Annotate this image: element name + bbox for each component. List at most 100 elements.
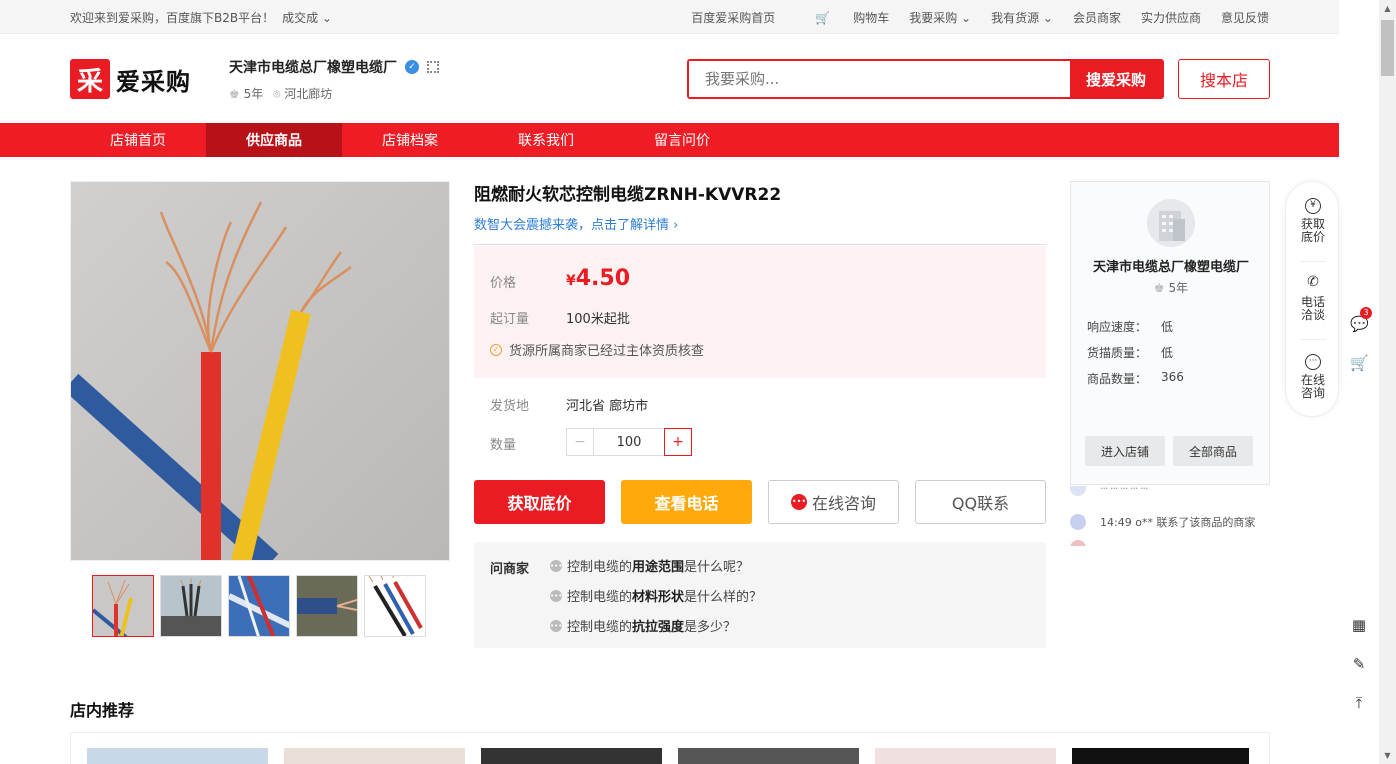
ask-question-3[interactable]: ••• 控制电缆的 抗拉强度 是多少？ xyxy=(550,616,736,635)
shop-location: ⌾ 河北廊坊 xyxy=(273,85,332,102)
nav-contact[interactable]: 联系我们 xyxy=(478,123,614,157)
float-phone-label: 电话 洽谈 xyxy=(1300,295,1325,322)
product-main-image[interactable] xyxy=(70,181,450,561)
question-bubble-icon: ••• xyxy=(550,559,563,572)
stat-value: 低 xyxy=(1161,346,1174,360)
page: 欢迎来到爱采购，百度旗下B2B平台！ 成交成 ⌄ 百度爱采购首页 🛒 购物车 我要采… xyxy=(0,0,1396,764)
link-cart[interactable]: 🛒 购物车 xyxy=(795,9,889,26)
thumbnail-3[interactable] xyxy=(228,575,290,637)
divider xyxy=(474,244,1046,245)
stat-label: 货描质量： xyxy=(1087,346,1148,360)
welcome-message: 欢迎来到爱采购，百度旗下B2B平台！ xyxy=(70,11,275,25)
shop-info: 天津市电缆总厂橡塑电缆厂 ✓ ♚ 5年 ⌾ 河北廊坊 xyxy=(229,57,439,102)
medal-icon: ♚ xyxy=(1153,281,1165,295)
moq-value: 100米起批 xyxy=(566,312,630,327)
thumbnail-image xyxy=(365,576,425,636)
qrcode-side-icon[interactable]: ▦ xyxy=(1350,616,1368,634)
thumbnail-2[interactable] xyxy=(160,575,222,637)
price-box: 价格 ¥4.50 起订量 100米起批 ✓ 货源所属商家已经过主体资质核查 xyxy=(474,246,1046,378)
shop-location-text: 河北廊坊 xyxy=(284,87,333,101)
thumbnail-image xyxy=(297,576,357,636)
qty-label: 数量 xyxy=(490,438,517,453)
stat-label: 响应速度： xyxy=(1087,320,1148,334)
recommend-item[interactable] xyxy=(1072,748,1249,764)
feed-row-partial-text: ··· ··· ··· ··· ··· xyxy=(1100,486,1148,495)
question-bubble-icon: ••• xyxy=(550,589,563,602)
nav-products[interactable]: 供应商品 xyxy=(206,123,342,157)
float-get-price-label: 获取 底价 xyxy=(1300,217,1325,244)
search-button[interactable]: 搜爱采购 xyxy=(1070,61,1162,97)
recommend-item[interactable] xyxy=(481,748,662,764)
link-home[interactable]: 百度爱采购首页 xyxy=(691,9,775,26)
link-members[interactable]: 会员商家 xyxy=(1073,9,1121,26)
link-feedback[interactable]: 意见反馈 xyxy=(1221,9,1269,26)
shop-years: ♚ 5年 xyxy=(229,85,263,102)
back-to-top-icon[interactable]: ⤒ xyxy=(1350,694,1368,712)
building-icon xyxy=(1147,199,1195,247)
recommend-item[interactable] xyxy=(678,748,859,764)
avatar xyxy=(1070,514,1086,530)
search-input[interactable] xyxy=(689,61,1070,97)
edit-icon[interactable]: ✎ xyxy=(1350,655,1368,673)
ask-question-1[interactable]: ••• 控制电缆的 用途范围 是什么呢？ xyxy=(550,556,749,575)
store-card: 天津市电缆总厂橡塑电缆厂 ♚ 5年 响应速度： 低 货描质量： 低 商品数量： 366… xyxy=(1070,181,1270,485)
cart-side-icon[interactable]: 🛒 xyxy=(1350,354,1369,372)
ask-merchant-box: 问商家 ••• 控制电缆的 用途范围 是什么呢？ ••• 控制电缆的 材料形状 是什么样… xyxy=(474,542,1046,648)
shop-name-text: 天津市电缆总厂橡塑电缆厂 xyxy=(229,60,397,76)
verified-text: 货源所属商家已经过主体资质核查 xyxy=(509,344,705,359)
online-chat-button[interactable]: ••• 在线咨询 xyxy=(768,480,899,524)
store-years-text: 5年 xyxy=(1168,281,1189,295)
logo-text: 爱采购 xyxy=(116,67,191,96)
thumbnail-1[interactable] xyxy=(92,575,154,637)
shop-name[interactable]: 天津市电缆总厂橡塑电缆厂 ✓ xyxy=(229,57,439,77)
enter-store-button[interactable]: 进入店铺 xyxy=(1085,436,1165,466)
recommend-item[interactable] xyxy=(875,748,1056,764)
recommend-item[interactable] xyxy=(284,748,465,764)
nav-shop-home[interactable]: 店铺首页 xyxy=(70,123,206,157)
feed-row-text: 14:49 o** 联系了该商品的商家 xyxy=(1100,516,1256,529)
shop-search-button[interactable]: 搜本店 xyxy=(1178,59,1270,99)
scroll-thumb[interactable] xyxy=(1381,20,1394,76)
float-chat[interactable]: ··· 在线 咨询 xyxy=(1286,354,1340,400)
chat-icon: ••• xyxy=(790,494,807,510)
store-name[interactable]: 天津市电缆总厂橡塑电缆厂 xyxy=(1071,256,1271,275)
ask-label: 问商家 xyxy=(490,562,530,577)
ship-from: 河北省 廊坊市 xyxy=(566,399,649,414)
cable-photo xyxy=(71,182,449,560)
stat-count: 商品数量： 366 xyxy=(1087,370,1184,387)
online-chat-label: 在线咨询 xyxy=(811,494,876,513)
scroll-down-arrow-icon[interactable]: ▼ xyxy=(1379,747,1396,764)
medal-icon: ♚ xyxy=(229,87,240,101)
all-products-button[interactable]: 全部商品 xyxy=(1173,436,1253,466)
ask-question-2[interactable]: ••• 控制电缆的 材料形状 是什么样的？ xyxy=(550,586,762,605)
float-phone[interactable]: ✆ 电话 洽谈 xyxy=(1286,275,1340,322)
qty-input[interactable]: 100 xyxy=(594,428,664,456)
promo-link[interactable]: 数智大会震撼来袭，点击了解详情 › xyxy=(474,214,678,233)
check-circle-icon: ✓ xyxy=(490,343,502,356)
thumbnail-5[interactable] xyxy=(364,575,426,637)
view-phone-button[interactable]: 查看电话 xyxy=(621,480,752,524)
qty-plus-button[interactable]: + xyxy=(664,428,692,456)
float-get-price[interactable]: ¥ 获取 底价 xyxy=(1286,198,1340,244)
verified-notice: ✓ 货源所属商家已经过主体资质核查 xyxy=(490,340,704,359)
thumbnail-4[interactable] xyxy=(296,575,358,637)
scrollbar[interactable]: ▲ ▼ xyxy=(1379,0,1396,764)
link-supply[interactable]: 我有货源 ⌄ xyxy=(991,9,1053,26)
logo[interactable]: 采 爱采购 xyxy=(70,59,191,99)
divider xyxy=(1300,339,1326,340)
link-suppliers[interactable]: 实力供应商 xyxy=(1141,9,1201,26)
qrcode-icon[interactable] xyxy=(427,61,439,73)
link-purchase[interactable]: 我要采购 ⌄ xyxy=(909,9,971,26)
qq-contact-button[interactable]: QQ联系 xyxy=(915,480,1046,524)
nav-message[interactable]: 留言问价 xyxy=(614,123,750,157)
get-price-button[interactable]: 获取底价 xyxy=(474,480,605,524)
store-avatar[interactable] xyxy=(1147,199,1195,247)
search-box: 搜爱采购 xyxy=(687,59,1164,99)
nav-shop-profile[interactable]: 店铺档案 xyxy=(342,123,478,157)
change-dropdown[interactable]: 成交成 ⌄ xyxy=(282,11,332,25)
question-prefix: 控制电缆的 xyxy=(567,590,633,605)
currency-symbol: ¥ xyxy=(566,273,576,289)
scroll-up-arrow-icon[interactable]: ▲ xyxy=(1379,0,1396,17)
qty-minus-button[interactable]: − xyxy=(566,428,594,456)
recommend-item[interactable] xyxy=(87,748,268,764)
